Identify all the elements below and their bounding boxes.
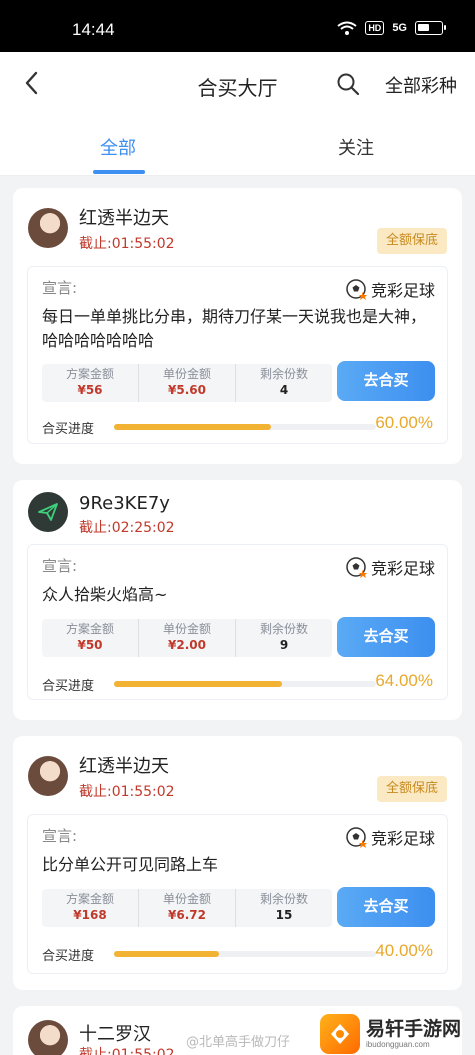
nickname: 十二罗汉 xyxy=(79,1024,151,1045)
stat-label: 剩余份数 xyxy=(259,892,308,906)
stat-value: ¥50 xyxy=(77,638,103,652)
progress-bar xyxy=(114,951,376,957)
nickname: 红透半边天 xyxy=(79,208,169,229)
stat-unit-amount: 单份金额 ¥2.00 xyxy=(139,619,236,657)
group-buy-card: 红透半边天 截止:01:55:02 全额保底 宣言: 竞彩足球 比分单公开可见同… xyxy=(13,736,462,990)
plan-box: 宣言: 竞彩足球 众人拾柴火焰高~ 方案金额 ¥50 单份金额 ¥2.00 剩余… xyxy=(27,544,448,700)
lottery-type: 竞彩足球 xyxy=(346,277,435,301)
guarantee-badge: 全额保底 xyxy=(377,776,447,802)
stat-value: 4 xyxy=(279,383,289,397)
stat-remaining-shares: 剩余份数 15 xyxy=(236,889,332,927)
deadline: 截止:01:55:02 xyxy=(79,1047,175,1055)
tab-all[interactable]: 全部 xyxy=(100,134,136,160)
active-tab-indicator xyxy=(93,170,145,174)
progress-fill xyxy=(114,424,272,430)
lottery-label: 竞彩足球 xyxy=(370,281,435,300)
soccer-ball-icon xyxy=(346,557,367,578)
guarantee-badge: 全额保底 xyxy=(377,228,447,254)
stat-label: 剩余份数 xyxy=(259,367,308,381)
lottery-type: 竞彩足球 xyxy=(346,555,435,579)
group-buy-card: 9Re3KE7y 截止:02:25:02 宣言: 竞彩足球 众人拾柴火焰高~ 方… xyxy=(13,480,462,720)
watermark-text: @北单高手做刀仔 xyxy=(186,1035,291,1050)
avatar[interactable] xyxy=(28,208,68,248)
logo-text: 易轩手游网 xyxy=(366,1017,462,1040)
avatar[interactable] xyxy=(28,756,68,796)
stat-remaining-shares: 剩余份数 9 xyxy=(236,619,332,657)
plan-box: 宣言: 竞彩足球 比分单公开可见同路上车 方案金额 ¥168 单份金额 ¥6.7… xyxy=(27,814,448,974)
declaration-text: 比分单公开可见同路上车 xyxy=(42,855,219,874)
lottery-label: 竞彩足球 xyxy=(370,829,435,848)
progress-percent: 60.00% xyxy=(375,413,433,432)
stat-value: ¥6.72 xyxy=(168,908,206,922)
stat-label: 方案金额 xyxy=(65,367,114,381)
stat-plan-amount: 方案金额 ¥56 xyxy=(42,364,139,402)
stat-label: 剩余份数 xyxy=(259,622,308,636)
declaration-text: 众人拾柴火焰高~ xyxy=(42,585,168,604)
status-time: 14:44 xyxy=(72,20,115,39)
hd-badge-icon: HD xyxy=(365,21,385,35)
declaration-label: 宣言: xyxy=(42,279,78,297)
stat-remaining-shares: 剩余份数 4 xyxy=(236,364,332,402)
tab-follow[interactable]: 关注 xyxy=(338,134,374,160)
nickname: 9Re3KE7y xyxy=(79,493,170,514)
join-buy-button[interactable]: 去合买 xyxy=(337,887,435,927)
plan-box: 宣言: 竞彩足球 每日一单单挑比分串，期待刀仔某一天说我也是大神，哈哈哈哈哈哈哈… xyxy=(27,266,448,444)
progress-label: 合买进度 xyxy=(42,949,95,964)
progress-label: 合买进度 xyxy=(42,679,95,694)
logo-subtext: ibudongguan.com xyxy=(366,1039,430,1049)
stat-value: 15 xyxy=(275,908,293,922)
join-buy-button[interactable]: 去合买 xyxy=(337,617,435,657)
soccer-ball-icon xyxy=(346,279,367,300)
signal-icon: 5G xyxy=(392,22,407,34)
join-buy-button[interactable]: 去合买 xyxy=(337,361,435,401)
paper-plane-icon xyxy=(38,503,58,521)
group-buy-card: 红透半边天 截止:01:55:02 全额保底 宣言: 竞彩足球 每日一单单挑比分… xyxy=(13,188,462,464)
stat-value: 9 xyxy=(279,638,289,652)
battery-icon xyxy=(415,21,446,35)
stat-value: ¥5.60 xyxy=(168,383,206,397)
search-icon[interactable] xyxy=(336,72,360,96)
wifi-icon xyxy=(337,21,357,35)
stat-unit-amount: 单份金额 ¥6.72 xyxy=(139,889,236,927)
stat-plan-amount: 方案金额 ¥50 xyxy=(42,619,139,657)
deadline: 截止:02:25:02 xyxy=(79,520,175,536)
progress-label: 合买进度 xyxy=(42,422,95,437)
status-icons: HD 5G xyxy=(337,21,446,35)
plan-stats: 方案金额 ¥50 单份金额 ¥2.00 剩余份数 9 xyxy=(42,619,332,657)
stat-value: ¥56 xyxy=(77,383,103,397)
avatar[interactable] xyxy=(28,492,68,532)
progress-fill xyxy=(114,681,282,687)
soccer-ball-icon xyxy=(346,827,367,848)
progress-percent: 64.00% xyxy=(375,671,433,690)
stat-unit-amount: 单份金额 ¥5.60 xyxy=(139,364,236,402)
progress-bar xyxy=(114,424,376,430)
avatar[interactable] xyxy=(28,1020,68,1055)
stat-value: ¥2.00 xyxy=(168,638,206,652)
stat-label: 方案金额 xyxy=(65,622,114,636)
deadline: 截止:01:55:02 xyxy=(79,784,175,800)
logo-mark-icon xyxy=(320,1013,360,1054)
declaration-text: 每日一单单挑比分串，期待刀仔某一天说我也是大神，哈哈哈哈哈哈哈 xyxy=(42,307,427,350)
progress-bar xyxy=(114,681,376,687)
declaration-label: 宣言: xyxy=(42,557,78,575)
status-bar: 14:44 HD 5G xyxy=(0,0,475,52)
all-lottery-types-button[interactable]: 全部彩种 xyxy=(385,72,457,98)
nickname: 红透半边天 xyxy=(79,756,169,777)
progress-percent: 40.00% xyxy=(375,941,433,960)
stat-label: 单份金额 xyxy=(162,622,211,636)
deadline: 截止:01:55:02 xyxy=(79,236,175,252)
stat-label: 单份金额 xyxy=(162,367,211,381)
lottery-type: 竞彩足球 xyxy=(346,825,435,849)
lottery-label: 竞彩足球 xyxy=(370,559,435,578)
stat-plan-amount: 方案金额 ¥168 xyxy=(42,889,139,927)
stat-label: 方案金额 xyxy=(65,892,114,906)
declaration-label: 宣言: xyxy=(42,827,78,845)
stat-label: 单份金额 xyxy=(162,892,211,906)
site-logo: 易轩手游网 ibudongguan.com xyxy=(320,1012,475,1055)
header: 合买大厅 全部彩种 全部 关注 xyxy=(0,52,475,176)
progress-fill xyxy=(114,951,219,957)
plan-stats: 方案金额 ¥56 单份金额 ¥5.60 剩余份数 4 xyxy=(42,364,332,402)
plan-stats: 方案金额 ¥168 单份金额 ¥6.72 剩余份数 15 xyxy=(42,889,332,927)
stat-value: ¥168 xyxy=(73,908,107,922)
